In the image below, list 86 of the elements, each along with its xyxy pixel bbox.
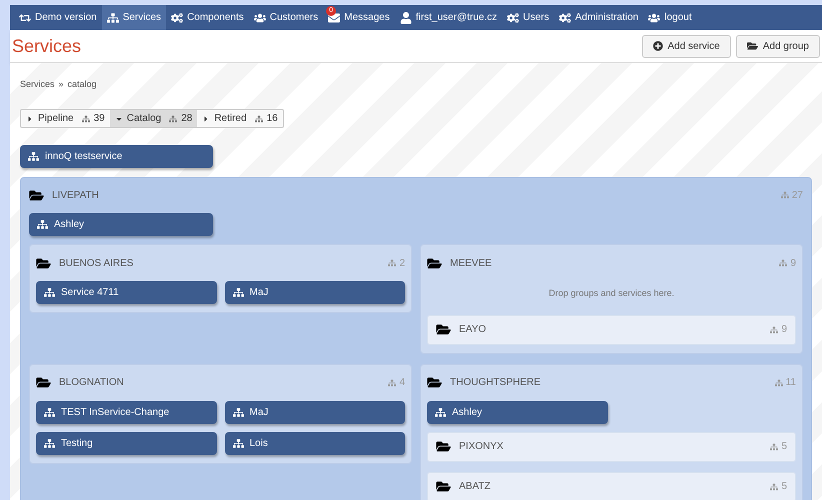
nav-link[interactable]: Services (102, 5, 166, 30)
group-panel[interactable]: PIXONYX 5 (427, 432, 796, 462)
sitemap-icon (44, 406, 55, 418)
service-button[interactable]: Testing (36, 432, 216, 454)
sitemap-icon (232, 438, 244, 448)
service-button[interactable]: innoQ testservice (20, 145, 213, 168)
folder-icon (436, 323, 451, 336)
service-count: 4 (388, 375, 405, 390)
users-icon (648, 12, 660, 24)
group-name: BLOGNATION (59, 376, 125, 390)
folder-icon (36, 256, 51, 270)
group-name: THOUGHTSPHERE (450, 376, 542, 390)
plus-icon (652, 41, 663, 51)
sitemap-icon (44, 438, 55, 448)
sitemap-icon (770, 326, 778, 334)
page-title: Services (12, 34, 82, 58)
breadcrumb-link[interactable]: Services (20, 78, 55, 92)
sitemap-icon (388, 378, 396, 386)
arrows-icon (19, 12, 31, 24)
service-button[interactable]: Ashley (29, 213, 213, 236)
service-count: 5 (770, 439, 787, 454)
service-count: 11 (774, 375, 796, 390)
sitemap-icon (770, 442, 778, 450)
folder-icon (746, 41, 758, 51)
sitemap-icon (770, 482, 778, 490)
sitemap-icon (44, 287, 55, 298)
breadcrumb-link[interactable]: catalog (68, 78, 97, 92)
folder-icon (436, 440, 451, 453)
group-name: PIXONYX (459, 440, 504, 454)
sitemap-icon (779, 259, 788, 267)
service-button[interactable]: MaJ (224, 400, 405, 424)
tab[interactable]: Pipeline 39 (21, 110, 110, 127)
sitemap-icon (774, 378, 783, 386)
group-name: LIVEPATH (52, 188, 100, 202)
sitemap-icon (82, 114, 90, 122)
folder-icon (427, 256, 442, 270)
sitemap-icon (435, 406, 446, 418)
envelope-icon (328, 12, 340, 24)
users-icon (254, 12, 266, 24)
nav-link[interactable]: Demo version (14, 5, 102, 30)
service-count: 9 (779, 256, 796, 270)
service-button[interactable]: MaJ (224, 281, 405, 304)
nav-link[interactable]: logout (643, 5, 697, 30)
user-icon (400, 12, 412, 24)
sitemap-icon (28, 151, 39, 162)
nav-link[interactable]: first_user@true.cz (394, 5, 502, 30)
group-name: ABATZ (459, 480, 492, 494)
gears-icon (171, 12, 184, 24)
group-panel[interactable]: ABATZ 5 (427, 472, 796, 500)
sitemap-icon (780, 191, 789, 199)
sitemap-icon (106, 12, 119, 24)
nav-link[interactable]: Components (166, 5, 249, 30)
service-count: 5 (770, 479, 787, 494)
sitemap-icon (388, 259, 396, 267)
tab[interactable]: Retired 16 (197, 110, 283, 127)
sitemap-icon (232, 406, 244, 418)
sitemap-icon (37, 219, 48, 230)
nav-link[interactable]: Administration (554, 5, 644, 30)
group-name: EAYO (459, 323, 488, 337)
tab[interactable]: Catalog 28 (110, 110, 198, 127)
breadcrumb-separator: » (58, 78, 64, 92)
add-group-button[interactable]: Add group (736, 34, 820, 58)
service-button[interactable]: TEST InService-Change (36, 400, 216, 424)
folder-icon (36, 376, 51, 389)
service-count: 27 (780, 188, 803, 202)
service-button[interactable]: Lois (224, 432, 405, 454)
folder-icon (436, 480, 451, 493)
service-button[interactable]: Ashley (427, 400, 608, 424)
service-count: 9 (770, 322, 787, 337)
sitemap-icon (254, 114, 263, 122)
group-name: BUENOS AIRES (59, 256, 134, 270)
drop-hint: Drop groups and services here. (548, 287, 676, 300)
service-count: 2 (388, 256, 405, 270)
gears-icon (507, 12, 519, 24)
group-name: MEEVEE (450, 256, 493, 270)
add-service-button[interactable]: Add service (642, 34, 731, 58)
service-button[interactable]: Service 4711 (36, 281, 216, 304)
sitemap-icon (169, 114, 178, 122)
folder-icon (427, 376, 442, 389)
folder-icon (29, 188, 44, 202)
caret-right-icon (26, 114, 34, 122)
nav-link[interactable]: Users (502, 5, 554, 30)
group-panel[interactable]: EAYO 9 (427, 314, 796, 344)
gears-icon (559, 12, 572, 24)
sitemap-icon (232, 287, 244, 298)
nav-link[interactable]: Customers (248, 5, 324, 30)
